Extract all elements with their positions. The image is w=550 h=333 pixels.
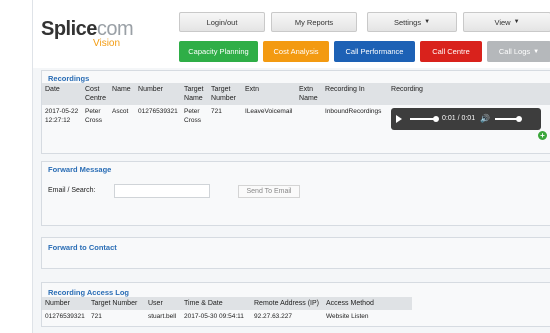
- logo-text-part1: Splice: [41, 18, 97, 40]
- recordings-title: Recordings: [48, 74, 90, 83]
- forward-contact-title: Forward to Contact: [48, 243, 117, 252]
- col-recording-in: Recording In: [322, 83, 389, 105]
- seek-slider[interactable]: [410, 116, 440, 122]
- login-button[interactable]: Login/out: [179, 12, 265, 32]
- audio-player[interactable]: 0:01 / 0:01 🔊: [391, 108, 542, 130]
- col-recording: Recording: [388, 83, 550, 105]
- cell-extn: ILeaveVoicemail: [245, 108, 293, 115]
- capacity-planning-button[interactable]: Capacity Planning: [179, 41, 258, 62]
- table-header-row: Number Target Number User Time & Date Re…: [42, 297, 412, 310]
- col-name: Name: [109, 83, 136, 105]
- cell-recording: 0:01 / 0:01 🔊 +: [388, 105, 550, 140]
- table-row: 01276539321 721 stuart.bell 2017-05-30 0…: [42, 310, 412, 325]
- settings-menu[interactable]: Settings ▼: [367, 12, 457, 32]
- recordings-table: Date Cost Centre Name Number Target Name…: [42, 83, 550, 140]
- send-to-email-button[interactable]: Send To Email: [238, 185, 300, 198]
- col-target-name: Target Name: [181, 83, 209, 105]
- volume-knob[interactable]: [516, 116, 523, 122]
- access-log-title: Recording Access Log: [48, 288, 129, 297]
- call-logs-label: Call Logs: [498, 47, 531, 56]
- cell-extn-name: [296, 105, 322, 133]
- capacity-planning-label: Capacity Planning: [188, 47, 249, 56]
- table-header-row: Date Cost Centre Name Number Target Name…: [42, 83, 550, 105]
- access-log-table: Number Target Number User Time & Date Re…: [42, 297, 412, 325]
- call-performance-button[interactable]: Call Performance: [334, 41, 415, 62]
- logo-text-part2: com: [96, 18, 134, 40]
- call-centre-label: Call Centre: [432, 47, 470, 56]
- add-icon[interactable]: +: [538, 131, 547, 140]
- cell-target-name: Peter Cross: [184, 108, 201, 124]
- call-logs-menu[interactable]: Call Logs ▼: [487, 41, 550, 62]
- settings-label: Settings: [393, 17, 422, 27]
- email-search-input[interactable]: [114, 184, 210, 198]
- call-performance-label: Call Performance: [345, 47, 404, 56]
- forward-message-panel: Forward Message Email / Search: Send To …: [41, 161, 550, 226]
- col-access-method: Access Method: [323, 297, 412, 310]
- logo-subtitle: Vision: [93, 38, 121, 49]
- col-target-number: Target Number: [208, 83, 243, 105]
- volume-slider[interactable]: [495, 116, 523, 122]
- my-reports-button[interactable]: My Reports: [271, 12, 357, 32]
- col-extn: Extn: [242, 83, 297, 105]
- cell-target-number: 721: [91, 313, 102, 320]
- cell-target-number: 721: [211, 108, 222, 115]
- chevron-down-icon: ▼: [424, 19, 431, 25]
- cost-analysis-button[interactable]: Cost Analysis: [263, 41, 329, 62]
- cell-user: stuart.bell: [148, 313, 177, 320]
- cell-remote-address: 92.27.63.227: [254, 313, 292, 320]
- app-window: Splicecom Vision Login/out My Reports Se…: [32, 0, 550, 333]
- seek-knob[interactable]: [433, 116, 440, 122]
- cell-number: 01276539321: [138, 108, 178, 115]
- call-centre-button[interactable]: Call Centre: [420, 41, 482, 62]
- cell-date: 2017-05-22 12:27:12: [45, 108, 79, 124]
- cell-name: Ascot: [112, 108, 129, 115]
- recordings-panel: Recordings Date Cost Centre Name Number …: [41, 70, 550, 154]
- player-time: 0:01 / 0:01: [442, 114, 476, 122]
- forward-contact-panel: Forward to Contact: [41, 237, 550, 269]
- view-label: View: [494, 17, 511, 27]
- forward-message-title: Forward Message: [48, 165, 112, 174]
- cell-number: 01276539321: [45, 313, 85, 320]
- cell-time-date: 2017-05-30 09:54:11: [184, 313, 244, 320]
- header: Splicecom Vision Login/out My Reports Se…: [33, 0, 550, 68]
- send-to-email-label: Send To Email: [246, 188, 292, 195]
- access-log-panel: Recording Access Log Number Target Numbe…: [41, 282, 550, 327]
- email-search-label: Email / Search:: [48, 187, 96, 194]
- volume-icon[interactable]: 🔊: [480, 114, 490, 124]
- play-icon[interactable]: [396, 115, 403, 123]
- cell-access-method: Website Listen: [326, 313, 369, 320]
- cell-recording-in: InboundRecordings: [325, 108, 382, 115]
- my-reports-label: My Reports: [294, 17, 334, 27]
- col-number: Number: [135, 83, 182, 105]
- cell-cost-centre: Peter Cross: [85, 108, 102, 124]
- col-cost-centre: Cost Centre: [82, 83, 110, 105]
- chevron-down-icon: ▼: [513, 19, 520, 25]
- col-extn-name: Extn Name: [296, 83, 323, 105]
- col-date: Date: [42, 83, 82, 105]
- col-time-date: Time & Date: [181, 297, 251, 310]
- chevron-down-icon: ▼: [533, 48, 540, 55]
- login-label: Login/out: [206, 17, 238, 27]
- col-number: Number: [42, 297, 88, 310]
- cost-analysis-label: Cost Analysis: [273, 47, 319, 56]
- col-remote-address: Remote Address (IP): [251, 297, 323, 310]
- col-target-number: Target Number: [88, 297, 145, 310]
- table-row: 2017-05-22 12:27:12 Peter Cross Ascot 01…: [42, 105, 550, 140]
- view-menu[interactable]: View ▼: [463, 12, 550, 32]
- col-user: User: [145, 297, 181, 310]
